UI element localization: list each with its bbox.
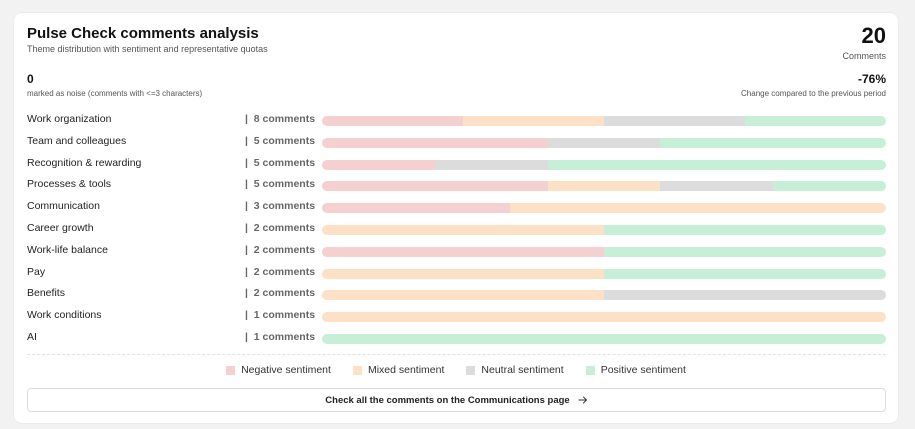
theme-row: Recognition & rewarding | 5 comments: [27, 153, 886, 175]
legend-swatch-neutral: [466, 365, 476, 375]
theme-comment-count: | 2 comments: [245, 265, 316, 278]
legend-label-positive: Positive sentiment: [600, 364, 686, 376]
legend-label-neutral: Neutral sentiment: [481, 364, 564, 376]
sentiment-segment-negative: [322, 137, 548, 148]
sentiment-segment-positive: [660, 137, 886, 148]
legend-item-positive: Positive sentiment: [585, 364, 686, 376]
divider: [27, 354, 886, 355]
comments-analysis-card: Pulse Check comments analysis Theme dist…: [14, 13, 898, 423]
theme-comment-count: | 5 comments: [245, 156, 316, 169]
sentiment-segment-positive: [547, 159, 886, 170]
legend-label-negative: Negative sentiment: [241, 364, 331, 376]
total-comments-label: Comments: [842, 51, 886, 61]
noise-count: 0: [27, 72, 34, 86]
sentiment-bar: [322, 116, 886, 126]
theme-row: Work conditions | 1 comments: [27, 305, 886, 327]
sentiment-segment-positive: [604, 246, 886, 257]
legend-swatch-positive: [585, 365, 595, 375]
theme-label: Team and colleagues: [27, 134, 127, 147]
sentiment-segment-positive: [604, 224, 886, 235]
sentiment-segment-neutral: [547, 137, 661, 148]
theme-comment-count: | 1 comments: [245, 330, 316, 343]
arrow-right-icon: [578, 395, 588, 405]
sentiment-segment-mixed: [509, 203, 886, 214]
sentiment-segment-mixed: [322, 224, 604, 235]
sentiment-segment-neutral: [660, 181, 774, 192]
sentiment-segment-negative: [322, 159, 435, 170]
theme-row: Pay | 2 comments: [27, 262, 886, 284]
theme-label: Pay: [27, 265, 46, 278]
theme-label: Work-life balance: [27, 243, 108, 256]
theme-comment-count: | 5 comments: [245, 178, 316, 191]
theme-label: AI: [27, 330, 37, 343]
theme-comment-count: | 1 comments: [245, 309, 316, 322]
sentiment-segment-negative: [322, 181, 548, 192]
theme-comment-count: | 2 comments: [245, 221, 316, 234]
sentiment-segment-positive: [745, 116, 886, 126]
sentiment-bar: [322, 137, 886, 148]
theme-comment-count: | 5 comments: [245, 134, 316, 147]
sentiment-segment-mixed: [322, 290, 604, 301]
sentiment-segment-mixed: [322, 268, 604, 279]
theme-row: Benefits | 2 comments: [27, 283, 886, 305]
theme-label: Processes & tools: [27, 178, 112, 191]
sentiment-bar: [322, 159, 886, 170]
sentiment-bar: [322, 203, 886, 214]
sentiment-legend: Negative sentiment Mixed sentiment Neutr…: [14, 364, 898, 376]
sentiment-segment-mixed: [547, 181, 661, 192]
sentiment-segment-neutral: [604, 116, 745, 126]
legend-swatch-mixed: [352, 365, 362, 375]
theme-row: Processes & tools | 5 comments: [27, 174, 886, 196]
legend-item-negative: Negative sentiment: [226, 364, 331, 376]
card-subtitle: Theme distribution with sentiment and re…: [27, 44, 268, 54]
sentiment-bar: [322, 333, 886, 344]
sentiment-bar: [322, 224, 886, 235]
theme-label: Recognition & rewarding: [27, 156, 142, 169]
communications-page-button[interactable]: Check all the comments on the Communicat…: [27, 388, 886, 412]
cta-label: Check all the comments on the Communicat…: [325, 394, 570, 406]
sentiment-bar: [322, 268, 886, 279]
theme-row: Work-life balance | 2 comments: [27, 240, 886, 262]
sentiment-segment-positive: [773, 181, 886, 192]
sentiment-segment-positive: [604, 268, 886, 279]
sentiment-bar: [322, 290, 886, 301]
sentiment-segment-positive: [322, 333, 886, 344]
theme-row: Career growth | 2 comments: [27, 218, 886, 240]
change-label: Change compared to the previous period: [741, 89, 886, 98]
theme-comment-count: | 8 comments: [245, 113, 316, 125]
theme-row: Communication | 3 comments: [27, 196, 886, 218]
sentiment-segment-neutral: [434, 159, 548, 170]
sentiment-segment-negative: [322, 246, 604, 257]
legend-item-neutral: Neutral sentiment: [466, 364, 564, 376]
change-value: -76%: [857, 72, 886, 86]
theme-label: Work organization: [27, 113, 112, 125]
sentiment-segment-mixed: [322, 312, 886, 323]
noise-label: marked as noise (comments with <=3 chara…: [27, 89, 203, 98]
legend-label-mixed: Mixed sentiment: [367, 364, 445, 376]
total-comments-count: 20: [861, 23, 886, 48]
theme-list: Work organization | 8 comments Team and co…: [27, 109, 886, 349]
theme-comment-count: | 3 comments: [245, 200, 316, 213]
theme-comment-count: | 2 comments: [245, 287, 316, 300]
theme-comment-count: | 2 comments: [245, 243, 316, 256]
sentiment-segment-negative: [322, 116, 463, 126]
theme-label: Work conditions: [27, 309, 102, 322]
legend-item-mixed: Mixed sentiment: [352, 364, 445, 376]
sentiment-segment-negative: [322, 203, 510, 214]
theme-row: Work organization | 8 comments: [27, 109, 886, 131]
theme-label: Communication: [27, 200, 100, 213]
theme-label: Career growth: [27, 221, 94, 234]
sentiment-bar: [322, 312, 886, 323]
sentiment-bar: [322, 181, 886, 192]
theme-label: Benefits: [27, 287, 65, 300]
sentiment-segment-mixed: [463, 116, 604, 126]
card-title: Pulse Check comments analysis: [27, 25, 259, 42]
theme-row: AI | 1 comments: [27, 327, 886, 349]
sentiment-bar: [322, 246, 886, 257]
legend-swatch-negative: [226, 365, 236, 375]
theme-row: Team and colleagues | 5 comments: [27, 131, 886, 153]
sentiment-segment-neutral: [604, 290, 886, 301]
